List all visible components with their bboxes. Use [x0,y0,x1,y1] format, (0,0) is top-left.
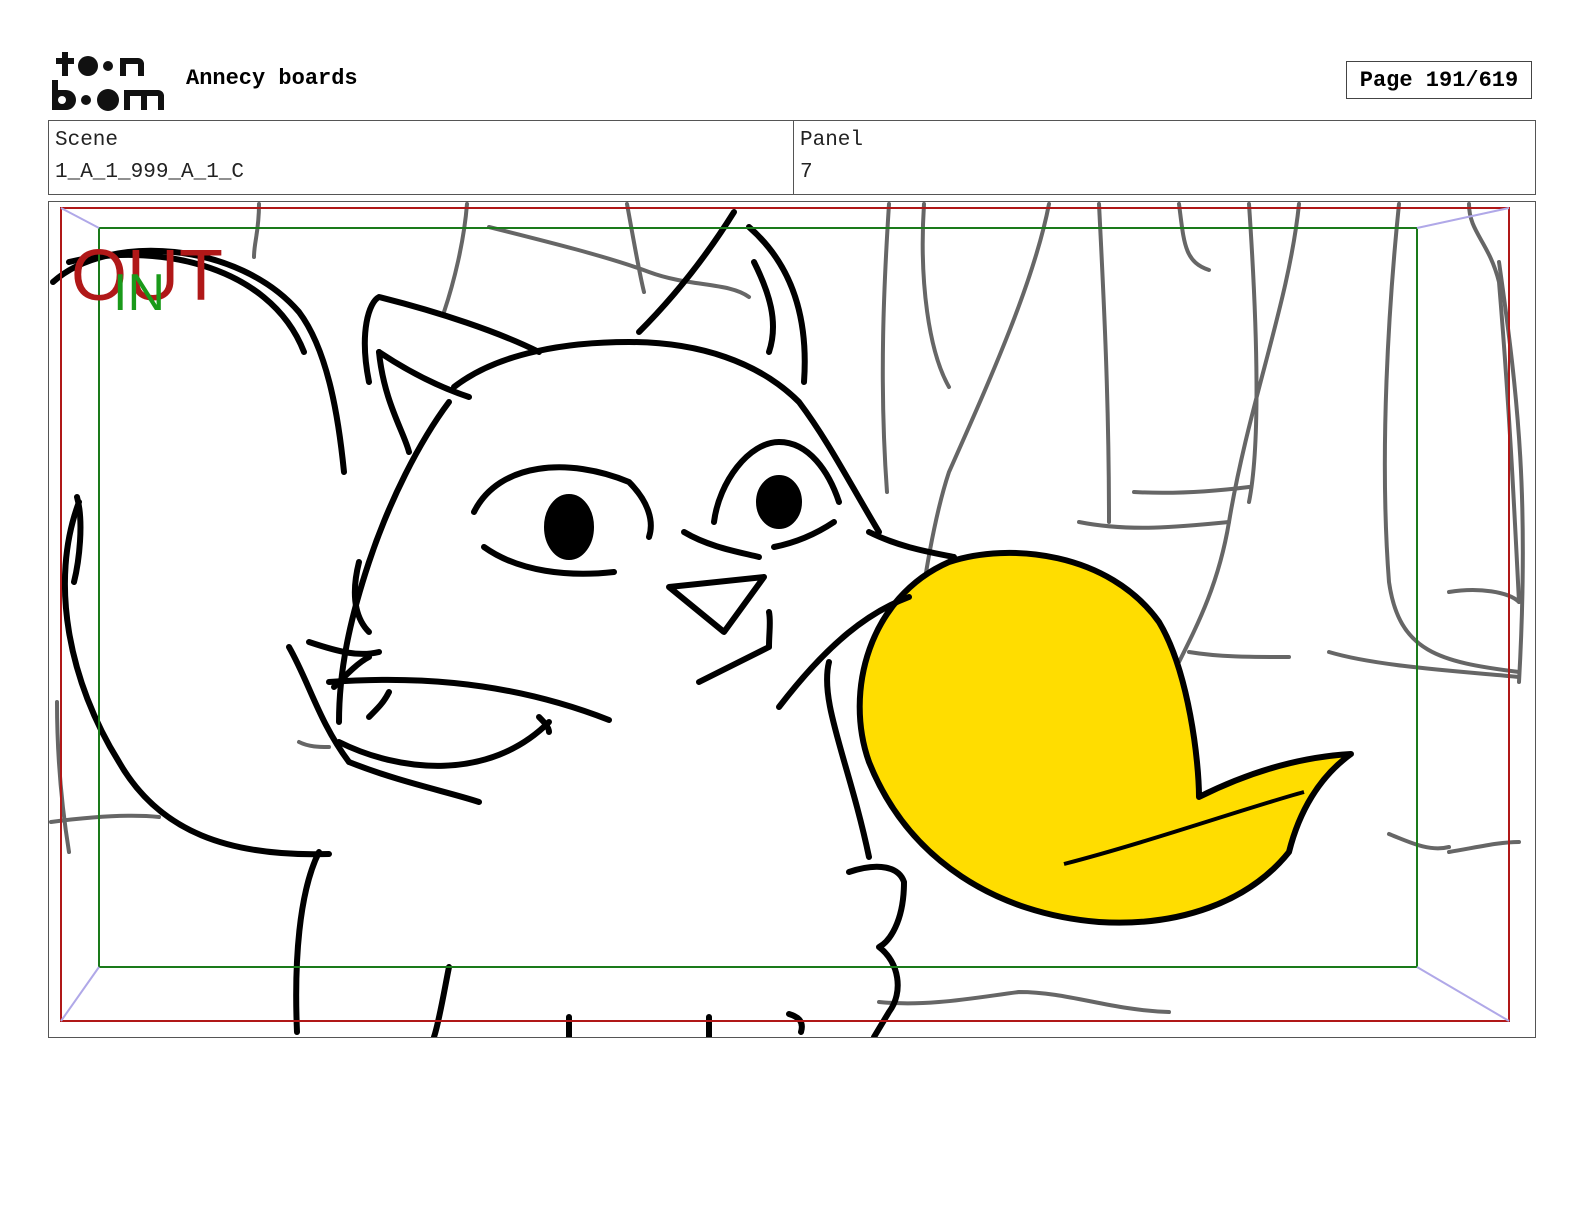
scene-panel-table: Scene 1_A_1_999_A_1_C Panel 7 [48,120,1536,195]
background-trees [49,202,1525,1014]
panel-value: 7 [800,161,813,184]
fox-character [50,209,957,1037]
scene-label: Scene [55,129,119,152]
frame-guides [60,207,1510,1022]
panel-label: Panel [800,129,864,152]
document-title: Annecy boards [186,66,358,91]
in-label: IN [113,264,165,322]
scene-value: 1_A_1_999_A_1_C [55,161,245,184]
toon-boom-logo [50,50,165,112]
storyboard-panel-image: OUT IN [48,201,1536,1038]
page-number: Page 191/619 [1346,61,1532,99]
panel-drawing: OUT IN [49,202,1525,1037]
panel-cell: Panel 7 [794,121,1535,194]
speech-bubble [856,549,1354,926]
scene-cell: Scene 1_A_1_999_A_1_C [49,121,794,194]
